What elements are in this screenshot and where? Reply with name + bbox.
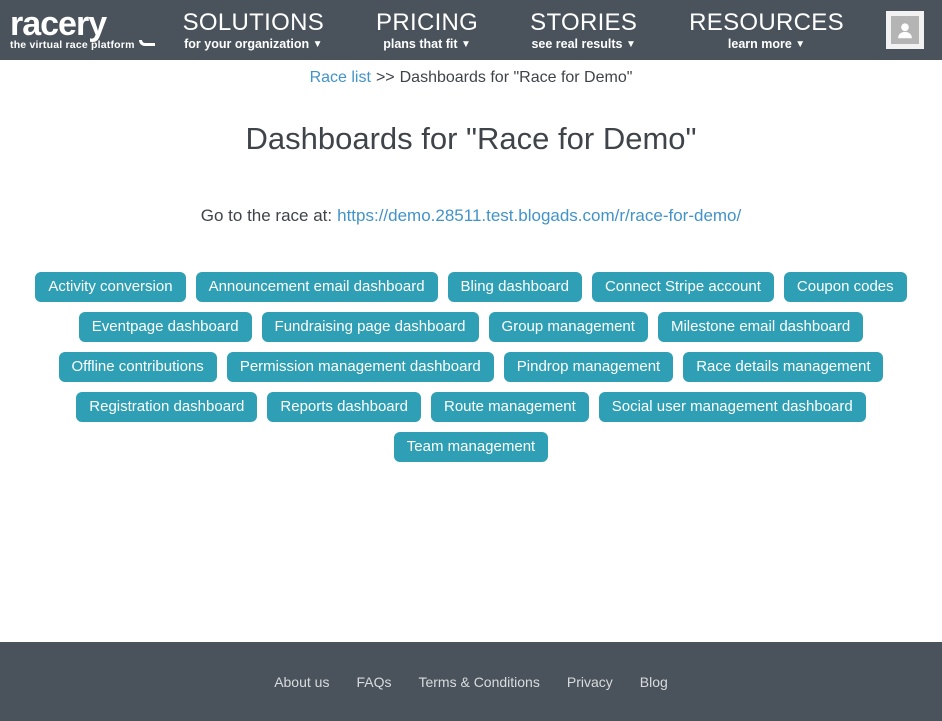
footer-link-privacy[interactable]: Privacy [567,674,613,690]
top-nav: racery the virtual race platform SOLUTIO… [0,0,942,60]
footer-link-blog[interactable]: Blog [640,674,668,690]
dashboard-button-reports-dashboard[interactable]: Reports dashboard [267,392,421,422]
race-url-link[interactable]: https://demo.28511.test.blogads.com/r/ra… [337,206,741,225]
dashboard-button-activity-conversion[interactable]: Activity conversion [35,272,185,302]
nav-item-sublabel: learn more ▼ [689,37,844,51]
breadcrumb-current: Dashboards for "Race for Demo" [400,69,633,86]
dashboard-button-announcement-email-dashboard[interactable]: Announcement email dashboard [196,272,438,302]
nav-item-label: STORIES [530,10,637,36]
nav-item-pricing[interactable]: PRICINGplans that fit ▼ [376,10,478,51]
dashboard-button-social-user-management-dashboard[interactable]: Social user management dashboard [599,392,866,422]
dashboard-button-coupon-codes[interactable]: Coupon codes [784,272,907,302]
logo-swoosh-icon [139,40,155,46]
nav-item-resources[interactable]: RESOURCESlearn more ▼ [689,10,844,51]
logo-tagline-text: the virtual race platform [10,40,135,51]
page-title: Dashboards for "Race for Demo" [0,120,942,158]
dashboard-button-pindrop-management[interactable]: Pindrop management [504,352,673,382]
nav-menu: SOLUTIONSfor your organization ▼ PRICINGp… [183,10,844,51]
dashboard-button-row: Eventpage dashboard Fundraising page dash… [0,312,942,342]
nav-item-label: PRICING [376,10,478,36]
breadcrumb: Race list >> Dashboards for "Race for Demo… [0,68,942,87]
logo-tagline: the virtual race platform [10,40,155,51]
racery-logo[interactable]: racery the virtual race platform [10,9,155,51]
dashboard-button-connect-stripe-account[interactable]: Connect Stripe account [592,272,774,302]
dashboard-button-row: Activity conversion Announcement email da… [0,272,942,302]
footer-link-about-us[interactable]: About us [274,674,329,690]
breadcrumb-separator: >> [376,69,395,86]
chevron-down-icon: ▼ [626,39,636,50]
dashboard-button-team-management[interactable]: Team management [394,432,548,462]
dashboard-button-eventpage-dashboard[interactable]: Eventpage dashboard [79,312,252,342]
dashboard-button-row: Registration dashboard Reports dashboard R… [0,392,942,422]
footer-link-terms-conditions[interactable]: Terms & Conditions [418,674,539,690]
dashboard-buttons: Activity conversion Announcement email da… [0,272,942,462]
nav-item-sublabel: plans that fit ▼ [376,37,478,51]
dashboard-button-group-management[interactable]: Group management [489,312,648,342]
main-content: Race list >> Dashboards for "Race for Demo… [0,60,942,642]
nav-item-stories[interactable]: STORIESsee real results ▼ [530,10,637,51]
nav-item-label: SOLUTIONS [183,10,324,36]
dashboard-button-milestone-email-dashboard[interactable]: Milestone email dashboard [658,312,863,342]
nav-item-sublabel: see real results ▼ [530,37,637,51]
dashboard-button-fundraising-page-dashboard[interactable]: Fundraising page dashboard [262,312,479,342]
chevron-down-icon: ▼ [795,39,805,50]
nav-item-solutions[interactable]: SOLUTIONSfor your organization ▼ [183,10,324,51]
chevron-down-icon: ▼ [313,39,323,50]
dashboard-button-route-management[interactable]: Route management [431,392,589,422]
chevron-down-icon: ▼ [461,39,471,50]
dashboard-button-offline-contributions[interactable]: Offline contributions [59,352,217,382]
dashboard-button-row: Team management [0,432,942,462]
footer: About us FAQs Terms & Conditions Privacy Blo… [0,642,942,721]
dashboard-button-bling-dashboard[interactable]: Bling dashboard [448,272,582,302]
race-link-line: Go to the race at: https://demo.28511.tes… [0,205,942,227]
dashboard-button-permission-management-dashboard[interactable]: Permission management dashboard [227,352,494,382]
dashboard-button-registration-dashboard[interactable]: Registration dashboard [76,392,257,422]
dashboard-button-race-details-management[interactable]: Race details management [683,352,883,382]
user-icon [891,16,919,44]
nav-item-sublabel: for your organization ▼ [183,37,324,51]
race-link-label: Go to the race at: [201,206,332,225]
account-button[interactable] [886,11,924,49]
nav-item-label: RESOURCES [689,10,844,36]
breadcrumb-race-list-link[interactable]: Race list [310,69,371,86]
logo-title: racery [10,9,155,39]
dashboard-button-row: Offline contributions Permission manageme… [0,352,942,382]
footer-link-faqs[interactable]: FAQs [356,674,391,690]
